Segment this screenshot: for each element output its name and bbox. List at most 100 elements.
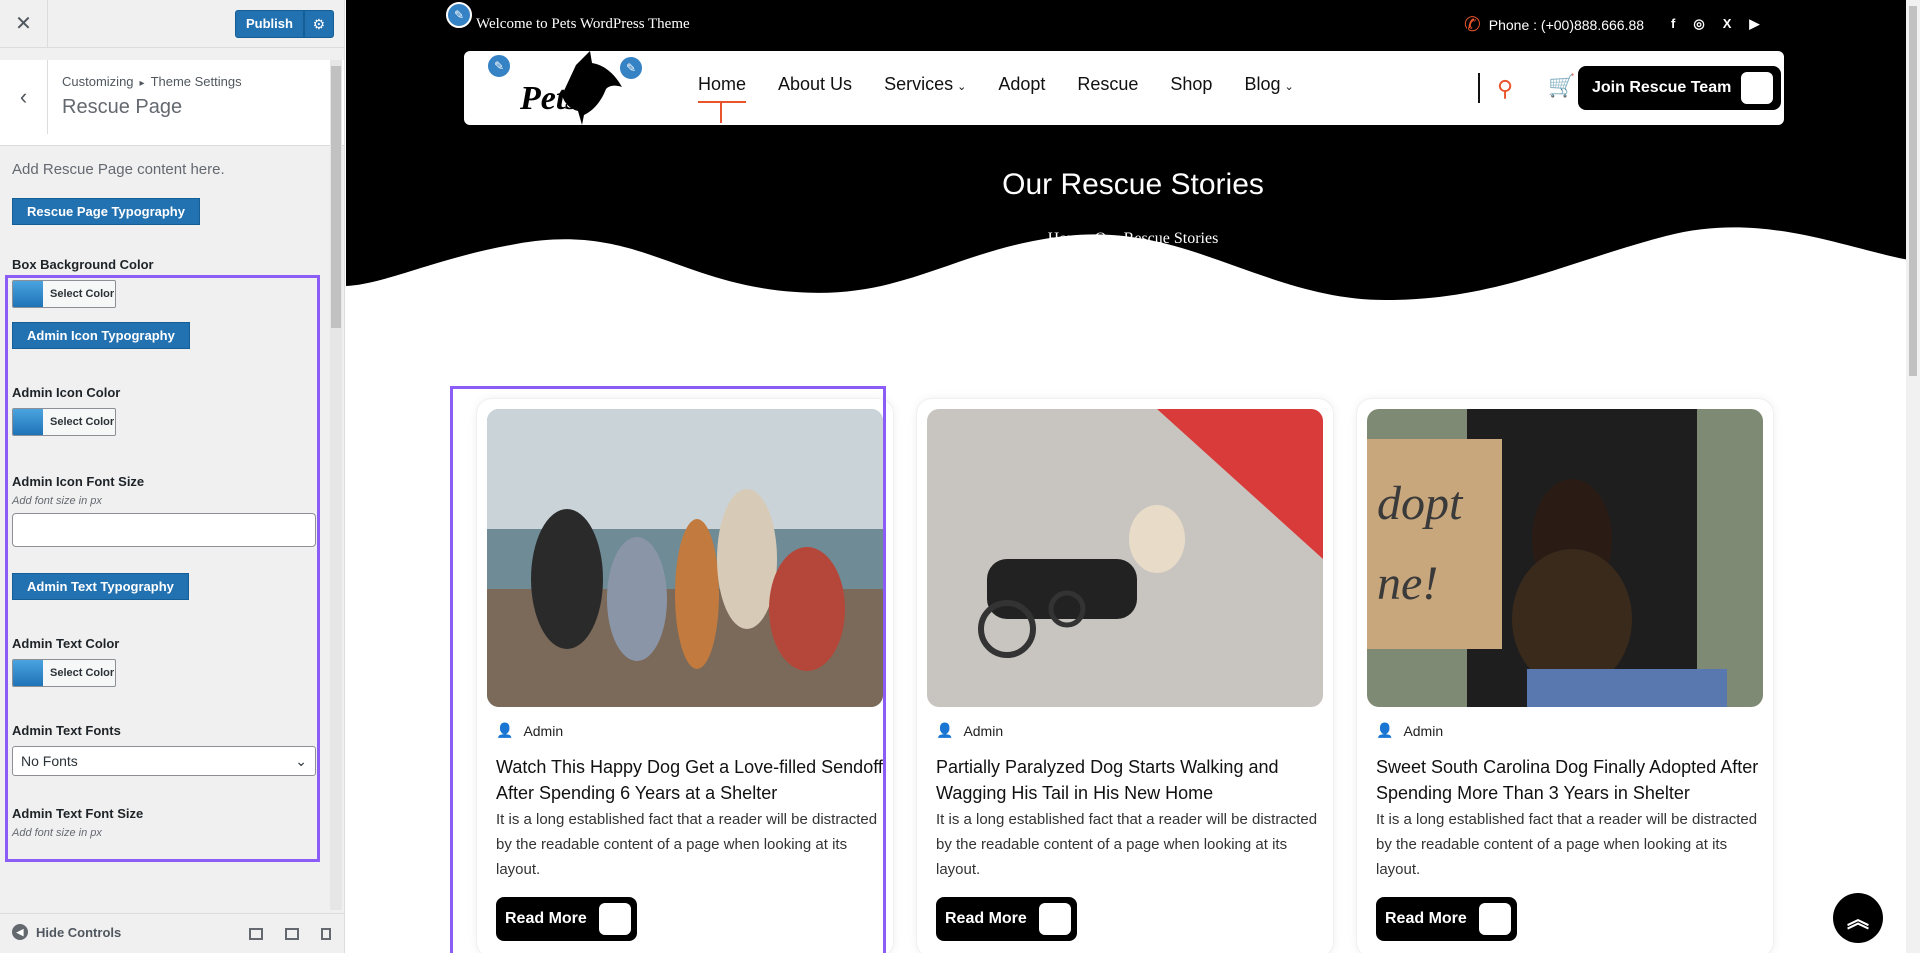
active-indicator (720, 101, 722, 123)
section-header: ‹ Customizing ▸ Theme Settings Rescue Page (0, 60, 344, 146)
social-links: f ◎ X ▶ (1671, 16, 1759, 32)
post-author: 👤 Admin (936, 722, 1003, 739)
post-excerpt: It is a long established fact that a rea… (496, 811, 878, 878)
svg-text:dopt: dopt (1377, 477, 1464, 530)
button-icon-box (1478, 903, 1511, 935)
mobile-icon[interactable] (321, 928, 331, 940)
customizer-header: ✕ Publish ⚙ (0, 0, 344, 48)
chevron-down-icon: ⌄ (957, 81, 967, 93)
menu-item-services[interactable]: Services ⌄ (884, 74, 966, 95)
read-more-label: Read More (945, 910, 1027, 927)
user-icon: 👤 (496, 722, 514, 738)
admin-icon-color-picker[interactable]: Select Color (12, 408, 116, 436)
menu-item-adopt[interactable]: Adopt (998, 74, 1045, 95)
publish-group: Publish ⚙ (235, 10, 334, 38)
chevron-down-icon: ⌄ (295, 752, 307, 769)
controls-panel: Add Rescue Page content here. Rescue Pag… (0, 135, 330, 913)
admin-icon-font-size-input[interactable] (12, 513, 316, 547)
author-name: Admin (963, 722, 1004, 739)
close-icon[interactable]: ✕ (0, 0, 48, 47)
section-title: Rescue Page (62, 96, 183, 118)
menu-item-about-us[interactable]: About Us (778, 74, 852, 95)
collapse-icon: ◀ (12, 924, 28, 940)
post-image-wheelchair-dog[interactable] (927, 409, 1323, 707)
device-preview-toggles (249, 928, 331, 940)
user-icon: 👤 (1376, 722, 1394, 738)
menu-label: Home (698, 74, 747, 94)
breadcrumb: Customizing ▸ Theme Settings (62, 74, 242, 89)
menu-label: Shop (1170, 74, 1213, 94)
breadcrumb-current: Our Rescue Stories (1094, 230, 1219, 247)
search-icon[interactable]: ⚲ (1497, 76, 1513, 102)
back-arrow-icon[interactable]: ‹ (0, 60, 48, 134)
menu-label: Adopt (998, 74, 1046, 94)
edit-pencil-icon[interactable]: ✎ (486, 53, 512, 79)
instagram-icon[interactable]: ◎ (1693, 16, 1704, 32)
admin-text-typography-button[interactable]: Admin Text Typography (12, 573, 189, 600)
post-card: dopt ne! 👤 Admin Sweet South Carolina Do… (1356, 398, 1774, 953)
read-more-button[interactable]: Read More (936, 897, 1077, 941)
sidebar-scrollbar[interactable] (330, 60, 342, 910)
menu-label: Blog (1244, 74, 1281, 94)
youtube-icon[interactable]: ▶ (1749, 16, 1759, 32)
logo-text: Pets (519, 80, 579, 117)
menu-item-blog[interactable]: Blog ⌄ (1244, 74, 1293, 95)
read-more-button[interactable]: Read More (1376, 897, 1517, 941)
breadcrumb-home[interactable]: Home (1048, 230, 1087, 247)
admin-text-fonts-select[interactable]: No Fonts ⌄ (12, 746, 316, 776)
welcome-text: Welcome to Pets WordPress Theme (476, 16, 690, 32)
phone-icon: ✆ (1464, 14, 1481, 36)
scrollbar-thumb[interactable] (331, 66, 341, 328)
menu-label: Services (884, 74, 954, 94)
gear-icon[interactable]: ⚙ (303, 10, 334, 38)
menu-item-rescue[interactable]: Rescue (1077, 74, 1138, 95)
hero-breadcrumb: Home Our Rescue Stories (346, 230, 1920, 248)
edit-pencil-icon[interactable]: ✎ (446, 2, 472, 28)
preview-scrollbar[interactable] (1906, 0, 1920, 953)
admin-icon-typography-button[interactable]: Admin Icon Typography (12, 322, 190, 349)
post-image-adopt-me-dog[interactable]: dopt ne! (1367, 409, 1763, 707)
phone-info: ✆ Phone : (+00)888.666.88 (1464, 12, 1644, 37)
main-navigation: ✎ ✎ Pets Home About Us Services ⌄ Adopt R… (464, 51, 1784, 125)
admin-icon-font-size-label: Admin Icon Font Size (12, 474, 145, 489)
select-color-label: Select Color (50, 667, 115, 679)
join-rescue-team-button[interactable]: Join Rescue Team (1578, 66, 1782, 110)
facebook-icon[interactable]: f (1671, 16, 1675, 32)
cart-icon[interactable]: 🛒 (1548, 73, 1575, 99)
x-icon[interactable]: X (1723, 16, 1732, 32)
publish-button[interactable]: Publish (235, 10, 304, 38)
post-card: 👤 Admin Partially Paralyzed Dog Starts W… (916, 398, 1334, 953)
post-title[interactable]: Partially Paralyzed Dog Starts Walking a… (936, 754, 1326, 806)
desktop-icon[interactable] (249, 928, 263, 940)
post-author: 👤 Admin (1376, 722, 1443, 739)
admin-text-color-picker[interactable]: Select Color (12, 659, 116, 687)
breadcrumb-separator-icon: ▸ (139, 78, 145, 89)
post-image-beach-dog[interactable] (487, 409, 883, 707)
hide-controls-button[interactable]: ◀ Hide Controls (12, 924, 121, 940)
scrollbar-thumb[interactable] (1909, 6, 1917, 376)
admin-text-color-label: Admin Text Color (12, 636, 120, 651)
select-value: No Fonts (21, 753, 78, 769)
box-bg-color-label: Box Background Color (12, 257, 154, 272)
tablet-icon[interactable] (285, 928, 299, 940)
box-bg-color-picker[interactable]: Select Color (12, 280, 116, 308)
section-description: Add Rescue Page content here. (12, 161, 225, 178)
read-more-button[interactable]: Read More (496, 897, 637, 941)
font-size-hint: Add font size in px (12, 495, 102, 507)
author-name: Admin (523, 722, 564, 739)
menu-item-shop[interactable]: Shop (1170, 74, 1212, 95)
post-card: 👤 Admin Watch This Happy Dog Get a Love-… (476, 398, 894, 953)
admin-text-fonts-label: Admin Text Fonts (12, 723, 121, 738)
post-title[interactable]: Sweet South Carolina Dog Finally Adopted… (1376, 754, 1766, 806)
menu: Home About Us Services ⌄ Adopt Rescue Sho… (698, 74, 1294, 103)
menu-item-home[interactable]: Home (698, 74, 747, 103)
user-icon: 👤 (936, 722, 954, 738)
rescue-typography-button[interactable]: Rescue Page Typography (12, 198, 200, 225)
pets-logo[interactable]: Pets (518, 51, 628, 125)
customizer-footer: ◀ Hide Controls (0, 913, 344, 953)
read-more-label: Read More (505, 910, 587, 927)
scroll-to-top-icon[interactable]: ︽ (1833, 893, 1883, 943)
post-title[interactable]: Watch This Happy Dog Get a Love-filled S… (496, 754, 886, 806)
admin-icon-color-label: Admin Icon Color (12, 385, 121, 400)
button-icon-box (1741, 72, 1774, 104)
